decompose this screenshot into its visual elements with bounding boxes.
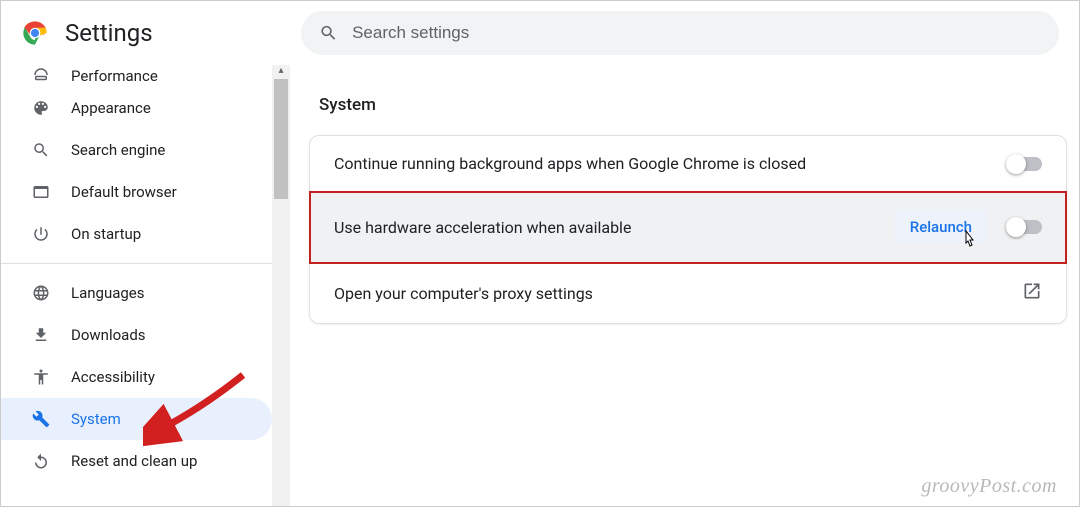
watermark-text: groovyPost.com — [921, 475, 1057, 498]
accessibility-icon — [31, 367, 51, 387]
search-icon — [319, 23, 338, 43]
setting-row-hardware-acceleration: Use hardware acceleration when available… — [310, 192, 1066, 263]
sidebar-item-label: On startup — [71, 225, 141, 243]
scroll-up-arrow-icon[interactable]: ▴ — [274, 63, 288, 77]
system-settings-card: Continue running background apps when Go… — [309, 135, 1067, 324]
setting-label: Continue running background apps when Go… — [334, 154, 806, 173]
sidebar-item-default-browser[interactable]: Default browser — [1, 171, 272, 213]
settings-sidebar: ▴ Performance Appearance Search engine D… — [1, 65, 291, 506]
sidebar-divider — [1, 263, 272, 264]
speedometer-icon — [31, 65, 51, 85]
sidebar-item-label: Accessibility — [71, 368, 155, 386]
search-settings-box[interactable] — [301, 11, 1059, 55]
setting-row-proxy[interactable]: Open your computer's proxy settings — [310, 263, 1066, 323]
sidebar-item-on-startup[interactable]: On startup — [1, 213, 272, 255]
toggle-background-apps[interactable] — [1008, 157, 1042, 171]
sidebar-item-downloads[interactable]: Downloads — [1, 314, 272, 356]
palette-icon — [31, 98, 51, 118]
sidebar-item-label: Appearance — [71, 99, 151, 117]
sidebar-item-accessibility[interactable]: Accessibility — [1, 356, 272, 398]
reset-icon — [31, 451, 51, 471]
sidebar-item-performance[interactable]: Performance — [1, 65, 272, 87]
chrome-logo-icon — [21, 19, 49, 47]
sidebar-item-label: Downloads — [71, 326, 146, 344]
toggle-hardware-acceleration[interactable] — [1008, 220, 1042, 234]
setting-row-background-apps: Continue running background apps when Go… — [310, 136, 1066, 192]
wrench-icon — [31, 409, 51, 429]
sidebar-item-label: Reset and clean up — [71, 452, 197, 470]
sidebar-item-label: System — [71, 410, 121, 428]
globe-icon — [31, 283, 51, 303]
setting-label: Open your computer's proxy settings — [334, 284, 593, 303]
sidebar-item-search-engine[interactable]: Search engine — [1, 129, 272, 171]
external-link-icon — [1022, 281, 1042, 305]
sidebar-item-label: Performance — [71, 67, 158, 85]
browser-icon — [31, 182, 51, 202]
section-title-system: System — [309, 95, 1067, 115]
sidebar-item-appearance[interactable]: Appearance — [1, 87, 272, 129]
sidebar-item-reset[interactable]: Reset and clean up — [1, 440, 272, 482]
search-icon — [31, 140, 51, 160]
power-icon — [31, 224, 51, 244]
download-icon — [31, 325, 51, 345]
sidebar-item-label: Default browser — [71, 183, 177, 201]
sidebar-item-label: Languages — [71, 284, 145, 302]
search-input[interactable] — [352, 23, 1041, 43]
relaunch-button[interactable]: Relaunch — [894, 210, 988, 244]
sidebar-item-label: Search engine — [71, 141, 165, 159]
scroll-thumb[interactable] — [274, 79, 288, 199]
sidebar-item-languages[interactable]: Languages — [1, 272, 272, 314]
setting-label: Use hardware acceleration when available — [334, 218, 631, 237]
sidebar-scrollbar[interactable]: ▴ — [272, 65, 290, 506]
sidebar-item-system[interactable]: System — [1, 398, 272, 440]
page-title: Settings — [65, 19, 285, 47]
